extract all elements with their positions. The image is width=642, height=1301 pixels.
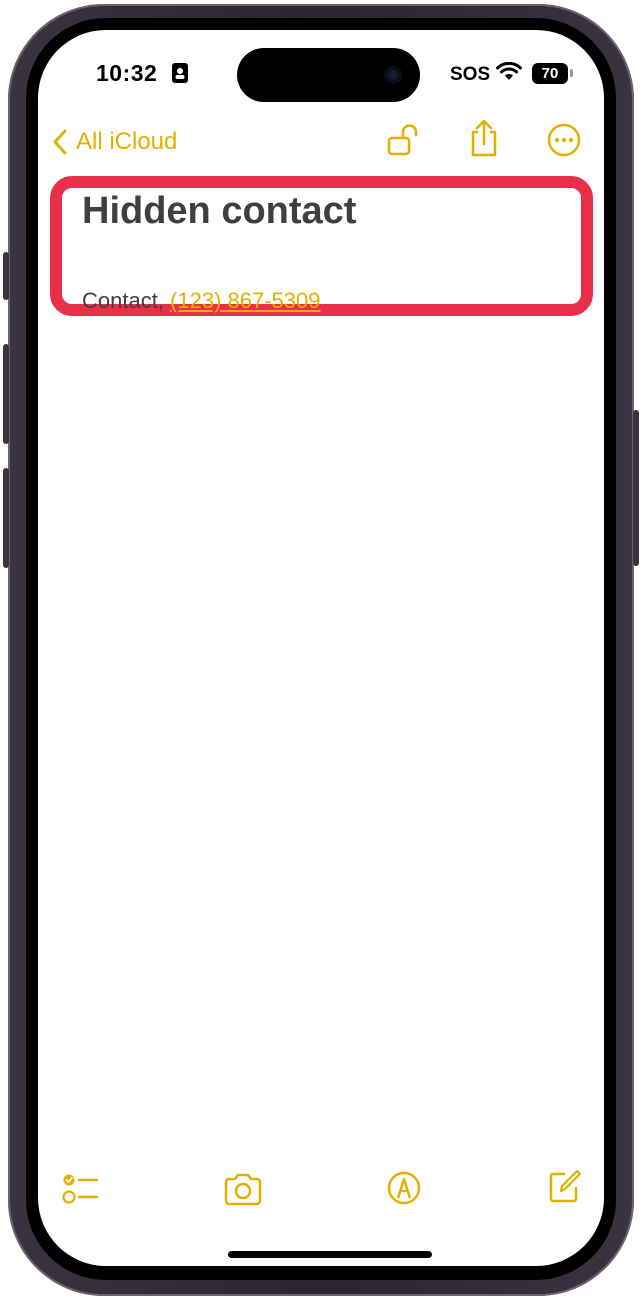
screen: 10:32 SOS 70 All iCloud Hidden contact C…	[38, 30, 604, 1266]
action-button	[3, 252, 9, 300]
volume-down-button	[3, 468, 9, 568]
wifi-icon	[496, 62, 522, 80]
phone-bezel: 10:32 SOS 70 All iCloud Hidden contact C…	[26, 18, 616, 1280]
front-camera	[384, 66, 402, 84]
more-icon[interactable]	[546, 122, 582, 158]
back-label: All iCloud	[76, 128, 178, 155]
back-button[interactable]: All iCloud	[52, 125, 177, 159]
share-icon[interactable]	[468, 118, 500, 158]
battery-indicator: 70	[532, 63, 568, 84]
chevron-left-icon	[53, 129, 67, 155]
compose-icon[interactable]	[548, 1168, 582, 1204]
unlock-icon[interactable]	[386, 122, 422, 158]
power-button	[633, 410, 639, 566]
status-time: 10:32	[96, 60, 158, 86]
home-indicator[interactable]	[228, 1251, 432, 1258]
id-card-icon	[172, 63, 188, 83]
status-sos: SOS	[450, 64, 491, 85]
note-body-prefix: Contact,	[82, 288, 171, 313]
battery-nub	[570, 69, 573, 77]
note-title[interactable]: Hidden contact	[82, 190, 356, 233]
dynamic-island	[237, 48, 420, 102]
volume-up-button	[3, 344, 9, 444]
camera-icon[interactable]	[223, 1172, 263, 1206]
phone-link[interactable]: (123) 867-5309	[170, 288, 320, 313]
markup-icon[interactable]	[386, 1170, 422, 1206]
note-body[interactable]: Contact, (123) 867-5309	[82, 288, 321, 314]
checklist-icon[interactable]	[62, 1172, 100, 1206]
